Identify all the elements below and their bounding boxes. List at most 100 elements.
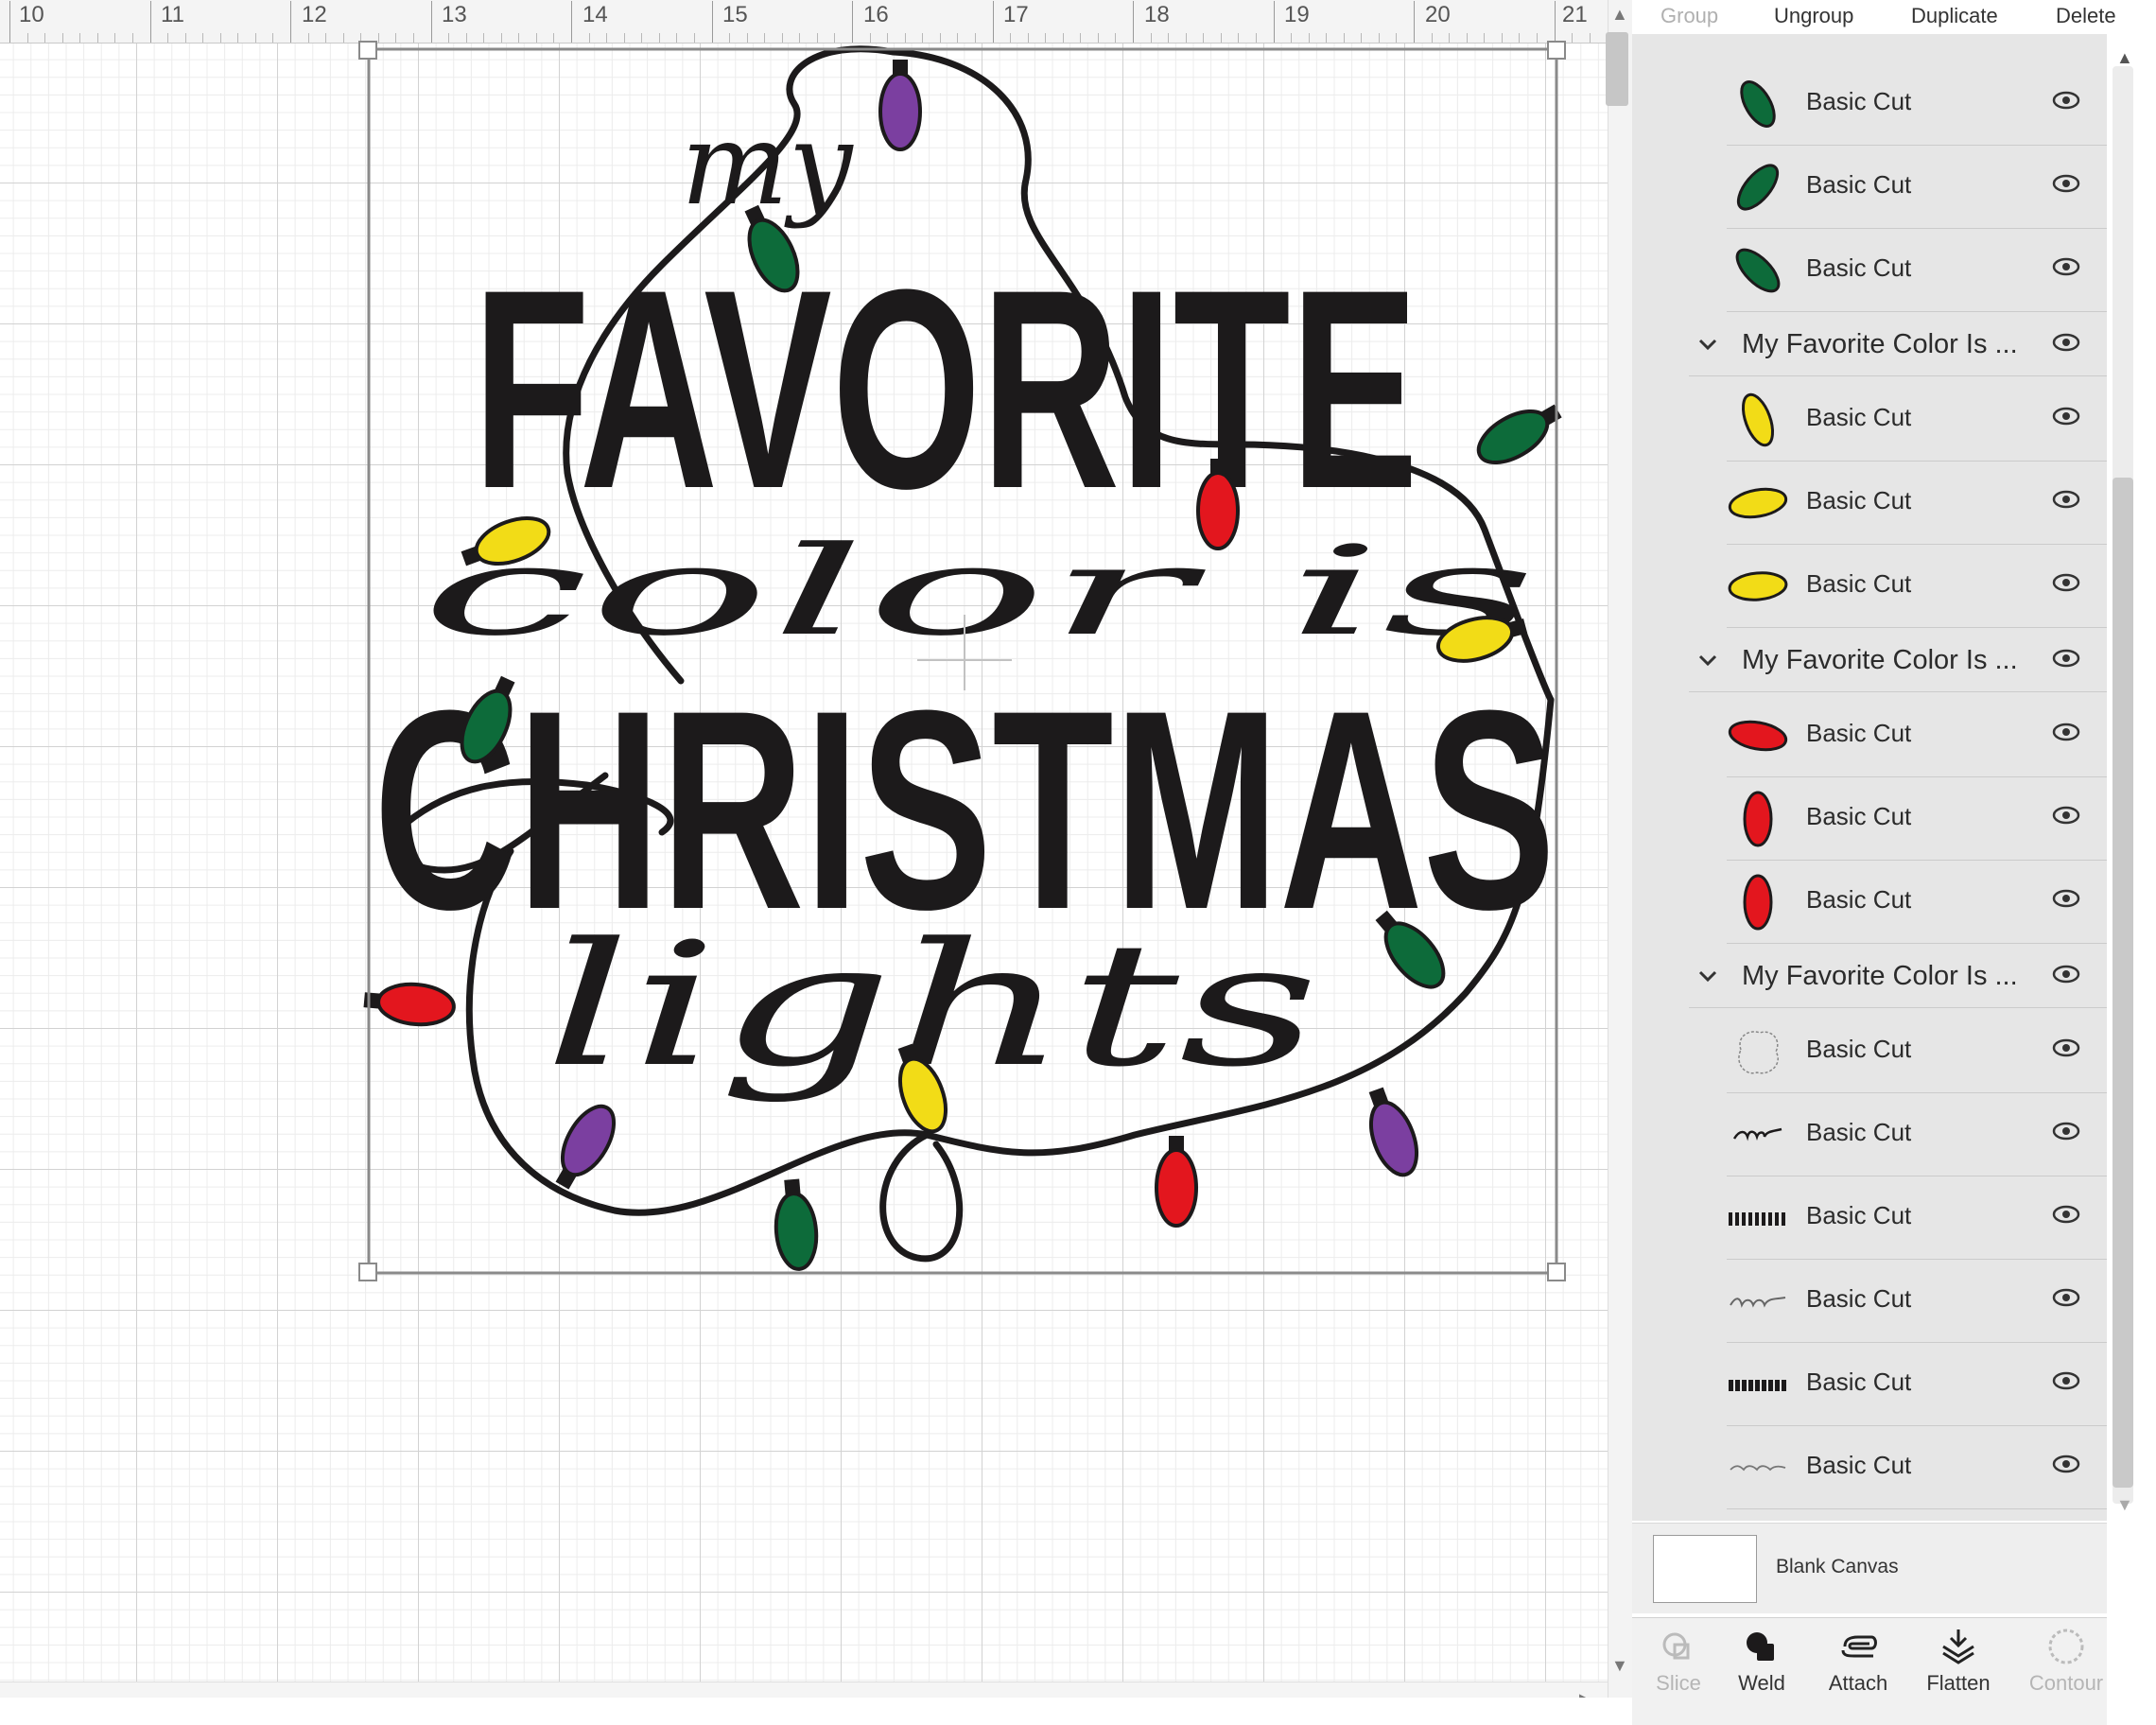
layer-thumbnail-lights-icon — [1730, 1297, 1786, 1308]
ungroup-button[interactable]: Ungroup — [1774, 4, 1853, 28]
eye-icon[interactable] — [2052, 965, 2080, 984]
bulb-purple — [1368, 1087, 1419, 1177]
canvas-area[interactable]: 10 11 12 13 14 15 16 17 18 19 20 21 my F… — [0, 0, 1632, 1698]
resize-handle[interactable] — [358, 41, 377, 60]
scroll-right-arrow-icon[interactable]: ▶ — [1579, 1691, 1592, 1698]
eye-icon[interactable] — [2052, 1371, 2080, 1390]
eye-icon[interactable] — [2052, 723, 2080, 741]
weld-button[interactable]: Weld — [1719, 1628, 1804, 1713]
design-artwork[interactable]: my FAVORITE color is CHRISTMAS lights — [0, 0, 1608, 1681]
attach-button[interactable]: Attach — [1816, 1628, 1901, 1713]
scroll-up-arrow-icon[interactable]: ▲ — [1611, 6, 1628, 23]
resize-handle[interactable] — [358, 1263, 377, 1281]
layer-label: Basic Cut — [1806, 170, 1912, 199]
layer-group-row[interactable]: My Favorite Color Is ... — [1689, 314, 2107, 376]
eye-icon[interactable] — [2052, 573, 2080, 592]
eye-icon[interactable] — [2052, 1455, 2080, 1473]
weld-label: Weld — [1738, 1671, 1785, 1695]
layer-group-row[interactable]: My Favorite Color Is ... — [1689, 630, 2107, 692]
attach-label: Attach — [1828, 1671, 1888, 1695]
contour-icon — [2048, 1629, 2084, 1664]
layer-label: Basic Cut — [1806, 885, 1912, 914]
layer-row[interactable]: Basic Cut — [1727, 1260, 2107, 1343]
scroll-down-arrow-icon[interactable]: ▼ — [1611, 1657, 1628, 1674]
canvas-horizontal-scrollbar[interactable] — [0, 1681, 1608, 1698]
layer-row[interactable]: Basic Cut — [1727, 861, 2107, 944]
layer-group-row[interactable]: My Favorite Color Is ... — [1689, 946, 2107, 1008]
layer-row[interactable]: Basic Cut — [1727, 1343, 2107, 1426]
layer-row[interactable]: Basic Cut — [1727, 777, 2107, 861]
layer-label: Basic Cut — [1806, 569, 1912, 598]
eye-icon[interactable] — [2052, 174, 2080, 193]
layer-row[interactable]: Basic Cut — [1727, 1176, 2107, 1260]
layer-thumbnail-my-icon — [1732, 1127, 1782, 1141]
resize-handle[interactable] — [1547, 1263, 1566, 1281]
bulb-red — [363, 982, 456, 1027]
eye-icon[interactable] — [2052, 889, 2080, 908]
eye-icon[interactable] — [2052, 1288, 2080, 1307]
eye-icon[interactable] — [2052, 407, 2080, 426]
resize-handle[interactable] — [1547, 41, 1566, 60]
layer-row[interactable]: Basic Cut — [1727, 545, 2107, 628]
layer-label: Basic Cut — [1806, 1201, 1912, 1229]
layer-group-label: My Favorite Color Is ... — [1742, 645, 2018, 675]
eye-icon[interactable] — [2052, 1038, 2080, 1057]
layer-row[interactable]: Basic Cut — [1727, 62, 2107, 146]
layer-thumbnail-yellow-bulb-icon — [1741, 392, 1775, 447]
blank-canvas-swatch[interactable] — [1653, 1535, 1757, 1603]
contour-label: Contour — [2028, 1671, 2104, 1695]
chevron-down-icon[interactable] — [1696, 649, 1719, 671]
layer-row[interactable]: Basic Cut — [1727, 462, 2107, 545]
eye-icon[interactable] — [2052, 1205, 2080, 1224]
layer-row[interactable]: Basic Cut — [1727, 146, 2107, 229]
layer-label: Basic Cut — [1806, 1368, 1912, 1396]
layer-row[interactable]: Basic Cut — [1727, 1010, 2107, 1093]
eye-icon[interactable] — [2052, 333, 2080, 352]
chevron-down-icon[interactable] — [1696, 965, 1719, 987]
block-text-favorite: FAVORITE — [473, 230, 1418, 548]
layer-label: Basic Cut — [1806, 486, 1912, 514]
chevron-down-icon[interactable] — [1696, 333, 1719, 356]
eye-icon[interactable] — [2052, 806, 2080, 825]
duplicate-button[interactable]: Duplicate — [1911, 4, 1998, 28]
layers-scroll-thumb[interactable] — [2113, 478, 2133, 1488]
layer-thumbnail-red-bulb-icon — [1728, 720, 1788, 752]
layer-thumbnail-green-bulb-icon — [1736, 164, 1780, 211]
flatten-button[interactable]: Flatten — [1916, 1628, 2001, 1713]
layer-row[interactable]: Basic Cut — [1727, 1426, 2107, 1509]
eye-icon[interactable] — [2052, 490, 2080, 509]
delete-button[interactable]: Delete — [2056, 4, 2116, 28]
bulb-green — [774, 1178, 819, 1271]
layer-label: Basic Cut — [1806, 403, 1912, 431]
group-button[interactable]: Group — [1660, 4, 1718, 28]
bulb-purple-top — [878, 60, 922, 151]
eye-icon[interactable] — [2052, 1122, 2080, 1141]
design-space: 10 11 12 13 14 15 16 17 18 19 20 21 my F… — [0, 0, 2156, 1725]
slice-icon — [1662, 1632, 1690, 1660]
canvas-scroll-thumb[interactable] — [1606, 32, 1628, 106]
layers-scroll-down-icon[interactable]: ▼ — [2116, 1496, 2133, 1513]
layer-thumbnail-yellow-bulb-icon — [1728, 487, 1788, 519]
flatten-icon — [1942, 1629, 1974, 1664]
bulb-green — [1476, 404, 1562, 465]
layer-thumbnail-color-is-icon — [1730, 1465, 1786, 1472]
blank-canvas-row[interactable]: Blank Canvas — [1632, 1523, 2107, 1613]
layers-scroll-up-icon[interactable]: ▲ — [2116, 49, 2133, 66]
layer-label: Basic Cut — [1806, 253, 1912, 282]
eye-icon[interactable] — [2052, 649, 2080, 668]
contour-button[interactable]: Contour — [2024, 1628, 2109, 1713]
layer-row[interactable]: Basic Cut — [1727, 229, 2107, 312]
layer-row[interactable]: Basic Cut — [1727, 1093, 2107, 1176]
layer-label: Basic Cut — [1806, 1451, 1912, 1479]
canvas-vertical-scrollbar[interactable] — [1608, 0, 1632, 1698]
layers-list[interactable]: Basic Cut Basic Cut Basic Cut My Favorit… — [1632, 34, 2107, 1521]
layer-row[interactable]: Basic Cut — [1727, 378, 2107, 462]
eye-icon[interactable] — [2052, 91, 2080, 110]
blank-canvas-label: Blank Canvas — [1776, 1556, 1899, 1577]
eye-icon[interactable] — [2052, 257, 2080, 276]
layer-row[interactable]: Basic Cut — [1727, 694, 2107, 777]
layers-toolbar: Group Ungroup Duplicate Delete — [1632, 0, 2156, 34]
layers-panel: Group Ungroup Duplicate Delete Basic Cut… — [1632, 0, 2156, 1725]
slice-button[interactable]: Slice — [1636, 1628, 1721, 1713]
layer-label: Basic Cut — [1806, 802, 1912, 830]
